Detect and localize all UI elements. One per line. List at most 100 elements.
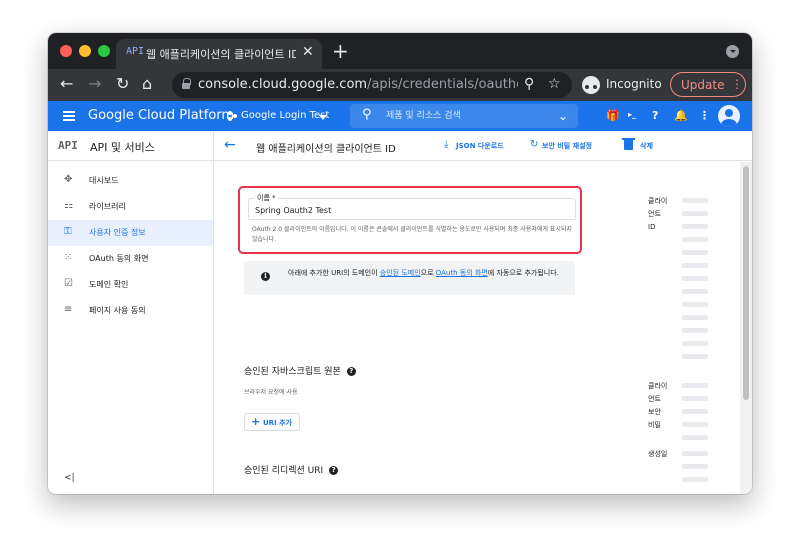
search-expand-icon[interactable]: ⌄ (558, 109, 568, 123)
hamburger-menu-icon[interactable] (63, 111, 75, 121)
browser-menu-icon[interactable]: ⋮ (731, 77, 743, 91)
gcp-header: Google Cloud Platform Google Login Test … (48, 101, 752, 131)
reset-secret-label: 보안 비밀 재설정 (542, 142, 592, 150)
close-window-button[interactable] (60, 45, 72, 57)
client-secret-redacted (682, 383, 708, 448)
tab-title: 웹 애플리케이션의 클라이언트 ID – / (146, 48, 296, 61)
new-tab-icon[interactable]: + (332, 39, 349, 63)
sidebar-item-label: 사용자 인증 정보 (89, 228, 146, 237)
key-icon: ⚿ (64, 226, 72, 237)
name-field[interactable]: 이름 * (248, 193, 576, 220)
name-card: 이름 * OAuth 2.0 클라이언트의 이름입니다. 이 이름은 콘솔에서 … (238, 186, 582, 254)
name-input[interactable] (255, 204, 565, 216)
notifications-bell-icon[interactable]: 🔔 (674, 109, 688, 122)
action-bar: ← 웹 애플리케이션의 클라이언트 ID ⤓ JSON 다운로드 ↻ 보안 비밀… (214, 131, 752, 161)
sidebar-item-dashboard[interactable]: ✥ 대시보드 (48, 168, 213, 194)
project-caret-icon[interactable] (319, 115, 327, 120)
sidebar-item-domain-verification[interactable]: ☑ 도메인 확인 (48, 272, 213, 298)
client-id-redacted (682, 198, 708, 367)
maximize-window-button[interactable] (98, 45, 110, 57)
address-bar[interactable]: console.cloud.google.com/apis/credential… (172, 72, 572, 98)
browser-tab[interactable]: API 웹 애플리케이션의 클라이언트 ID – / ✕ (116, 39, 322, 69)
main-content: ← 웹 애플리케이션의 클라이언트 ID ⤓ JSON 다운로드 ↻ 보안 비밀… (214, 131, 752, 494)
settings-list-icon: ≡ (64, 304, 73, 315)
bookmark-star-icon[interactable]: ☆ (548, 76, 561, 92)
incognito-icon (582, 76, 600, 94)
forward-arrow-icon[interactable]: → (88, 74, 101, 93)
browser-toolbar: ← → ↻ ⌂ console.cloud.google.com/apis/cr… (48, 69, 752, 101)
search-input[interactable] (386, 108, 536, 124)
sidebar-item-label: 대시보드 (89, 176, 119, 185)
name-field-label: 이름 * (255, 193, 278, 203)
help-icon[interactable]: ? (346, 367, 356, 376)
update-label: Update (681, 78, 725, 92)
reset-secret-button[interactable]: ↻ 보안 비밀 재설정 (530, 139, 606, 154)
help-icon[interactable]: ? (652, 109, 658, 122)
download-json-label: JSON 다운로드 (456, 142, 504, 150)
update-button[interactable]: Update ⋮ (670, 72, 746, 97)
sidebar-item-library[interactable]: ⚏ 라이브러리 (48, 194, 213, 220)
sidebar-item-label: 페이지 사용 동의 (89, 306, 146, 315)
cloud-shell-icon[interactable]: ▸_ (628, 110, 636, 119)
url-host: console.cloud.google.com (198, 77, 368, 92)
incognito-label: Incognito (606, 77, 662, 91)
search-box[interactable]: ⚲ ⌄ (350, 104, 578, 128)
help-icon[interactable]: ? (329, 466, 339, 475)
client-secret-label: 클라이언트 보안 비밀 (648, 382, 668, 429)
info-icon (261, 271, 270, 281)
sidebar-item-label: 라이브러리 (89, 202, 126, 211)
delete-button[interactable]: 삭제 (622, 138, 658, 154)
url-text: console.cloud.google.com/apis/credential… (198, 77, 518, 92)
info-text-mid: 으로 (420, 269, 436, 277)
lock-icon (182, 78, 191, 89)
project-icon (228, 111, 238, 121)
sidebar-item-label: 도메인 확인 (89, 280, 129, 289)
checkbox-icon: ☑ (64, 278, 73, 289)
trash-icon (622, 138, 635, 150)
more-options-icon[interactable]: ⋮ (699, 109, 710, 122)
tab-strip: API 웹 애플리케이션의 클라이언트 ID – / ✕ + (48, 33, 752, 69)
consent-screen-icon: ⁙ (64, 252, 73, 263)
info-text-after: 에 자동으로 추가됩니다. (487, 269, 559, 277)
api-favicon-icon: API (126, 46, 145, 57)
gift-icon[interactable]: 🎁 (606, 109, 620, 122)
browser-window: API 웹 애플리케이션의 클라이언트 ID – / ✕ + ← → ↻ ⌂ c… (48, 33, 752, 494)
back-arrow-icon[interactable]: ← (224, 137, 236, 153)
info-text-before: 아래에 추가한 URI의 도메인이 (288, 269, 380, 277)
delete-label: 삭제 (640, 142, 653, 150)
account-avatar[interactable] (718, 105, 740, 127)
scrollbar-thumb[interactable] (743, 166, 749, 400)
url-path: /apis/credentials/oauthclie... (367, 77, 518, 92)
oauth-consent-link[interactable]: OAuth 동의 화면 (436, 269, 488, 277)
download-icon: ⤓ (444, 139, 449, 150)
client-id-label: 클라이언트 ID (648, 197, 668, 231)
zoom-icon[interactable]: ⚲ (524, 76, 534, 92)
sidebar-item-oauth-consent[interactable]: ⁙ OAuth 동의 화면 (48, 246, 213, 272)
add-uri-button[interactable]: + URI 추가 (244, 413, 300, 431)
name-field-help: OAuth 2.0 클라이언트의 이름입니다. 이 이름은 콘솔에서 클라이언트… (252, 226, 572, 243)
domain-info-box: 아래에 추가한 URI의 도메인이 승인된 도메인으로 OAuth 동의 화면에… (244, 261, 575, 295)
authorized-domains-link[interactable]: 승인된 도메인 (380, 269, 421, 277)
collapse-sidebar-icon[interactable]: <| (64, 473, 75, 483)
brand-title[interactable]: Google Cloud Platform (88, 108, 234, 123)
creation-date-redacted (682, 451, 708, 490)
minimize-window-button[interactable] (79, 45, 91, 57)
domain-info-text: 아래에 추가한 URI의 도메인이 승인된 도메인으로 OAuth 동의 화면에… (288, 267, 568, 279)
reset-icon: ↻ (530, 139, 539, 150)
client-details-panel: 클라이언트 ID 클라이언트 보안 비밀 생성일 (648, 162, 738, 494)
sidebar-item-credentials[interactable]: ⚿ 사용자 인증 정보 (48, 220, 213, 246)
dashboard-icon: ✥ (64, 174, 73, 185)
tab-search-icon[interactable] (726, 45, 739, 58)
home-icon[interactable]: ⌂ (142, 74, 152, 93)
js-origins-title: 승인된 자바스크립트 원본? (244, 364, 356, 377)
page-title: 웹 애플리케이션의 클라이언트 ID (256, 144, 396, 155)
form-area: 이름 * OAuth 2.0 클라이언트의 이름입니다. 이 이름은 콘솔에서 … (214, 162, 738, 494)
reload-icon[interactable]: ↻ (116, 74, 129, 93)
tab-close-icon[interactable]: ✕ (302, 44, 314, 60)
back-arrow-icon[interactable]: ← (60, 74, 73, 93)
project-selector[interactable]: Google Login Test (241, 110, 329, 121)
sidebar-item-page-usage-agreements[interactable]: ≡ 페이지 사용 동의 (48, 298, 213, 324)
sidebar-header: API API 및 서비스 (48, 131, 214, 161)
download-json-button[interactable]: ⤓ JSON 다운로드 (444, 139, 510, 154)
main-scrollbar[interactable] (740, 162, 752, 494)
